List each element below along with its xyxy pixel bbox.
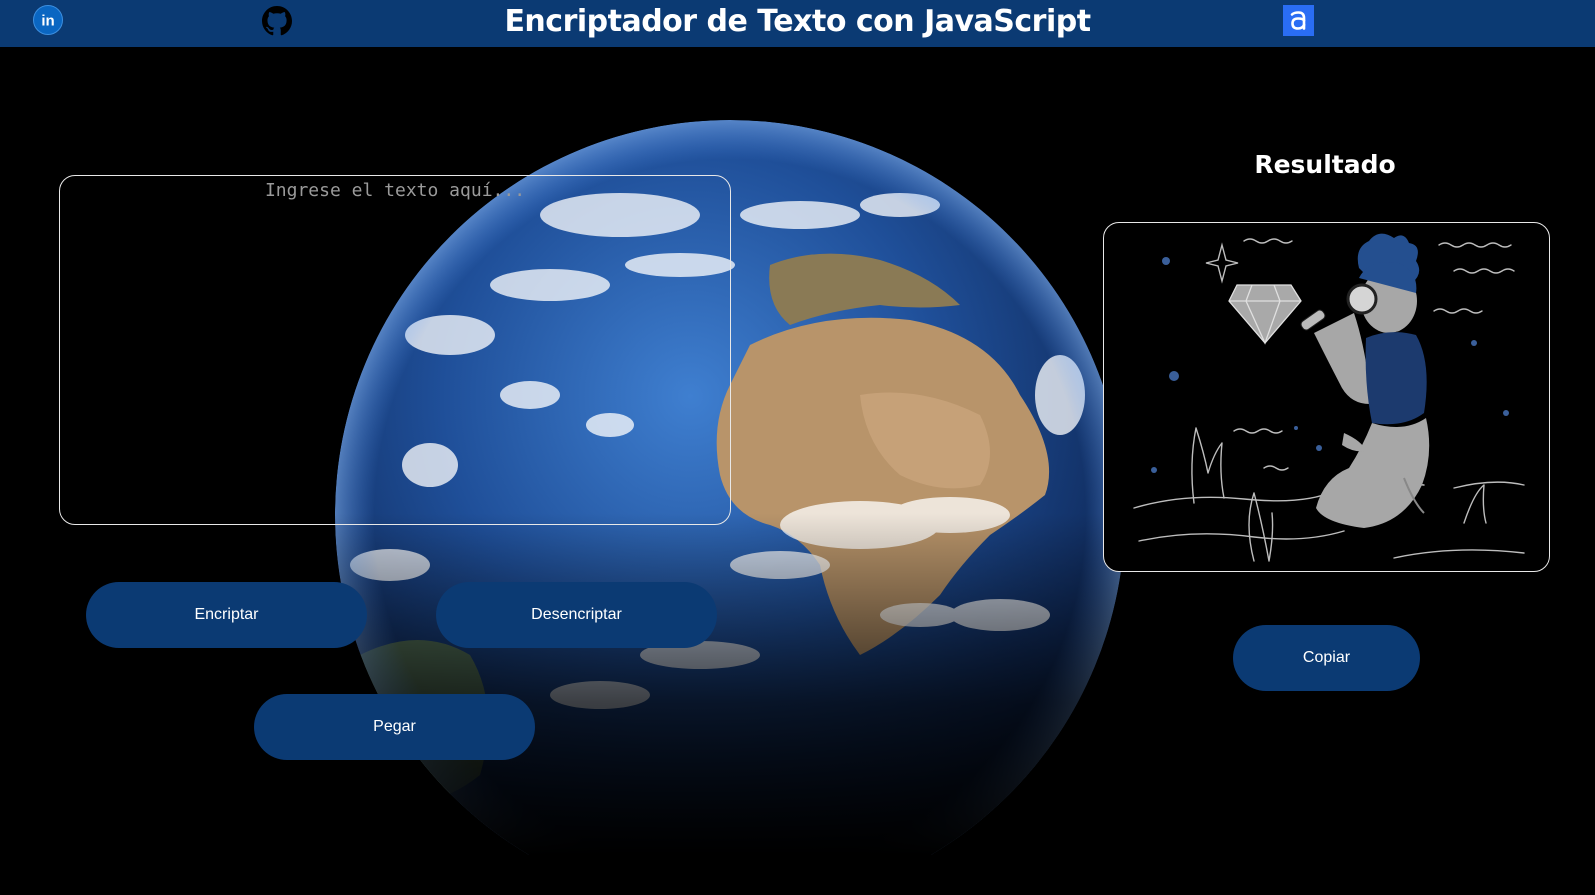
header-bar: in Encriptador de Texto con JavaScript bbox=[0, 0, 1595, 47]
result-panel bbox=[1103, 222, 1550, 572]
copy-button[interactable]: Copiar bbox=[1233, 625, 1420, 691]
alura-icon[interactable] bbox=[1283, 5, 1314, 36]
encrypt-button[interactable]: Encriptar bbox=[86, 582, 367, 648]
person-with-magnifying-glass-illustration bbox=[1133, 233, 1525, 562]
page: in Encriptador de Texto con JavaScript I… bbox=[0, 0, 1595, 895]
decrypt-button[interactable]: Desencriptar bbox=[436, 582, 717, 648]
page-title: Encriptador de Texto con JavaScript bbox=[504, 4, 1091, 39]
text-input[interactable] bbox=[59, 175, 731, 525]
result-title: Resultado bbox=[1254, 150, 1396, 179]
paste-button[interactable]: Pegar bbox=[254, 694, 535, 760]
